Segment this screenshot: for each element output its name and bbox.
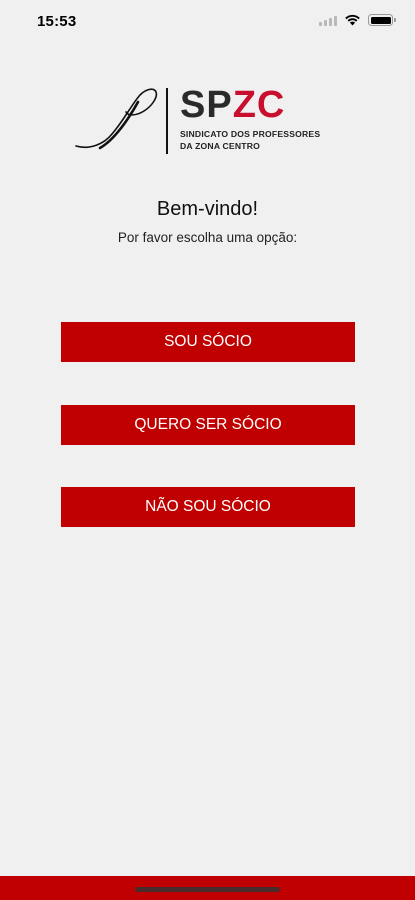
- logo-divider: [166, 88, 168, 154]
- spzc-logo: SPZC SINDICATO DOS PROFESSORES DA ZONA C…: [74, 86, 339, 158]
- welcome-subtitle: Por favor escolha uma opção:: [117, 230, 298, 245]
- wifi-icon: [345, 14, 360, 26]
- quero-ser-socio-button[interactable]: QUERO SER SÓCIO: [61, 405, 355, 445]
- status-icons: [319, 14, 396, 26]
- status-bar: 15:53: [0, 0, 415, 44]
- sou-socio-button[interactable]: SOU SÓCIO: [61, 322, 355, 362]
- logo-text: SPZC SINDICATO DOS PROFESSORES DA ZONA C…: [180, 86, 320, 152]
- logo-signature-mark: [75, 88, 158, 150]
- status-time: 15:53: [37, 13, 77, 30]
- home-indicator[interactable]: [135, 887, 280, 892]
- logo-acronym: SPZC: [180, 84, 286, 126]
- signal-icon: [319, 15, 337, 26]
- welcome-title: Bem-vindo!: [156, 198, 259, 220]
- battery-icon: [368, 14, 396, 26]
- logo-subtitle: SINDICATO DOS PROFESSORES DA ZONA CENTRO: [180, 129, 321, 151]
- nao-sou-socio-button[interactable]: NÃO SOU SÓCIO: [61, 487, 355, 527]
- welcome-screen: 15:53 SPZC SINDICATO DOS PROFESSORES DA …: [0, 0, 415, 900]
